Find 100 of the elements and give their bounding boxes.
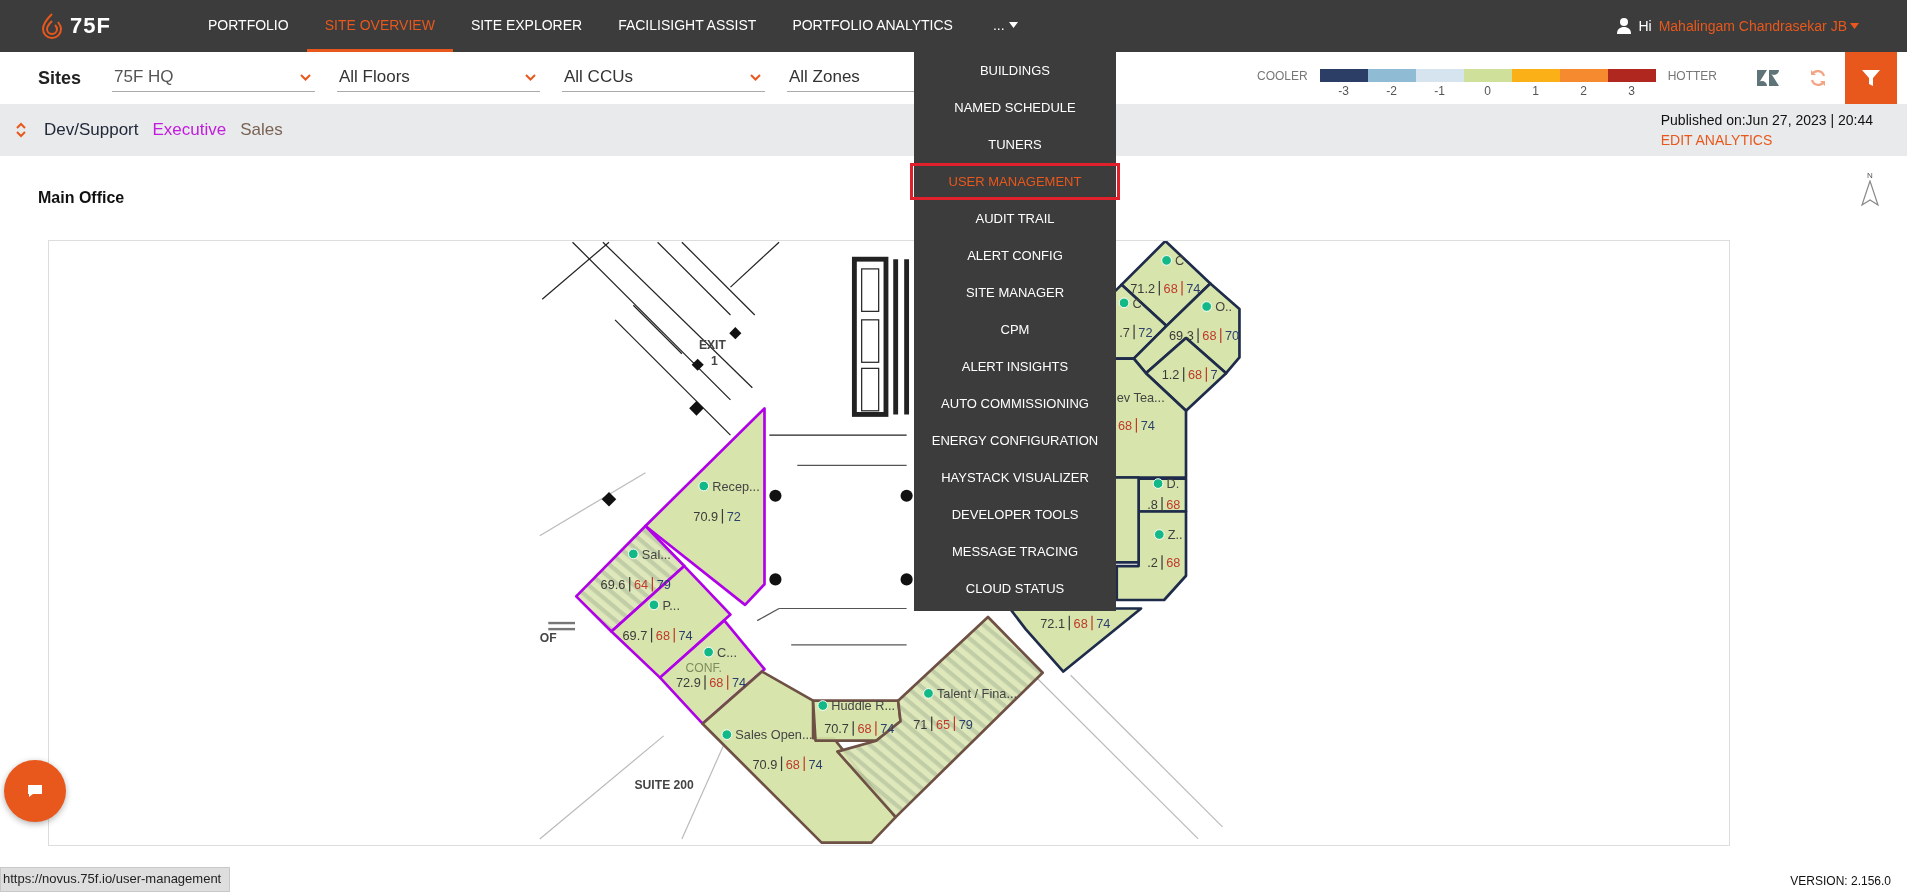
- zone-reading: 72: [726, 509, 741, 525]
- version-text: VERSION: 2.156.0: [1790, 874, 1891, 888]
- zone-status-dot: [627, 548, 639, 560]
- column-marker: [769, 573, 782, 586]
- zone-reading: 68: [1073, 615, 1088, 631]
- zone-reading: 71.2: [1130, 281, 1156, 297]
- caret-down-icon: [1008, 21, 1018, 28]
- column-marker: [900, 573, 913, 586]
- zone-reading: 74: [678, 628, 693, 644]
- expand-collapse-icon[interactable]: [16, 122, 26, 138]
- hotter-label: HOTTER: [1667, 68, 1717, 83]
- menu-item[interactable]: ALERT CONFIG: [914, 237, 1116, 274]
- menu-item[interactable]: SITE MANAGER: [914, 274, 1116, 311]
- zone-name[interactable]: Z..: [1167, 527, 1183, 543]
- nav-tab[interactable]: PORTFOLIO: [190, 0, 307, 52]
- more-menu-button[interactable]: ...: [974, 0, 1036, 52]
- zone-reading: 7: [1210, 367, 1218, 383]
- filter-button[interactable]: [1845, 52, 1897, 104]
- nav-tab[interactable]: PORTFOLIO ANALYTICS: [774, 0, 971, 52]
- filter-dropdown[interactable]: All Floors: [337, 64, 540, 92]
- zone-status-dot: [703, 646, 714, 658]
- zone-reading: 72.1: [1040, 615, 1066, 631]
- zone-reading: 1.2: [1161, 367, 1180, 383]
- greeting-text: Hi: [1638, 18, 1652, 34]
- zone-reading: 68: [709, 675, 724, 691]
- compass-label: N: [1867, 170, 1873, 180]
- zone-reading: 70.7: [824, 721, 849, 737]
- zone-reading: .2: [1147, 555, 1158, 571]
- column-marker: [689, 401, 704, 416]
- zone-status-dot: [923, 688, 934, 699]
- chevron-down-icon: [525, 73, 536, 81]
- zone-reading: 70.9: [752, 756, 778, 772]
- menu-item[interactable]: ENERGY CONFIGURATION: [914, 422, 1116, 459]
- zone-status-dot: [648, 599, 660, 611]
- floor-plan-label: OF: [539, 631, 557, 646]
- floor-plan-label: SUITE 200: [634, 778, 694, 793]
- wall-line: [548, 627, 575, 631]
- zone-area[interactable]: [701, 670, 897, 844]
- menu-item[interactable]: CLOUD STATUS: [914, 570, 1116, 607]
- scale-label: 3: [1628, 83, 1635, 98]
- zone-reading: 74: [808, 756, 823, 772]
- zone-status-dot: [698, 480, 710, 492]
- menu-item[interactable]: TUNERS: [914, 126, 1116, 163]
- zone-reading: 68: [1202, 328, 1217, 344]
- zone-reading: .8: [1147, 497, 1158, 513]
- wall-line: [548, 621, 575, 625]
- user-icon: [1617, 18, 1632, 34]
- link-url-tooltip: https://novus.75f.io/user-management: [0, 867, 231, 892]
- zone-name[interactable]: Sales Open...: [735, 727, 813, 743]
- zone-reading: .7: [1119, 324, 1130, 340]
- zone-reading: 68: [1166, 497, 1181, 513]
- zone-name[interactable]: C...: [717, 645, 737, 660]
- zone-status-dot: [1118, 297, 1130, 309]
- logo-text: 75F: [70, 13, 111, 39]
- menu-item[interactable]: NAMED SCHEDULE: [914, 89, 1116, 126]
- chat-button[interactable]: [4, 760, 66, 822]
- menu-item[interactable]: ALERT INSIGHTS: [914, 348, 1116, 385]
- scale-label: -1: [1434, 83, 1445, 98]
- menu-item[interactable]: DEVELOPER TOOLS: [914, 496, 1116, 533]
- zone-name[interactable]: C: [1175, 253, 1185, 269]
- menu-item[interactable]: AUTO COMMISSIONING: [914, 385, 1116, 422]
- zone-name[interactable]: C: [1132, 295, 1142, 311]
- zone-reading: 68: [1166, 555, 1181, 571]
- zone-reading: 74: [1096, 615, 1111, 631]
- filter-dropdown[interactable]: All CCUs: [562, 64, 765, 92]
- zone-name[interactable]: Talent / Fina...: [937, 686, 1018, 702]
- scale-label: 0: [1484, 83, 1491, 98]
- zone-name[interactable]: Sal...: [641, 546, 671, 562]
- zone-status-dot: [1153, 529, 1165, 540]
- zone-name[interactable]: ev Tea...: [1116, 390, 1165, 406]
- zone-reading: 69.7: [622, 628, 648, 644]
- column-marker: [769, 489, 782, 502]
- zone-reading: 72.9: [675, 675, 701, 691]
- zone-area[interactable]: [1115, 510, 1188, 602]
- zone-name[interactable]: Recep...: [712, 478, 760, 494]
- zone-group-label[interactable]: Executive: [152, 120, 227, 140]
- zone-name[interactable]: O..: [1215, 299, 1233, 315]
- chat-bubble-icon: [27, 784, 43, 798]
- floor-title: Main Office: [38, 189, 125, 207]
- menu-item[interactable]: MESSAGE TRACING: [914, 533, 1116, 570]
- scale-label: -3: [1338, 83, 1349, 98]
- nav-tab[interactable]: FACILISIGHT ASSIST: [600, 0, 775, 52]
- filter-icon: [1862, 69, 1880, 87]
- menu-item[interactable]: AUDIT TRAIL: [914, 200, 1116, 237]
- menu-item[interactable]: HAYSTACK VISUALIZER: [914, 459, 1116, 496]
- column-marker: [900, 489, 913, 502]
- zone-name[interactable]: D.: [1166, 476, 1180, 492]
- zone-reading: 71: [913, 716, 928, 732]
- menu-item[interactable]: CPM: [914, 311, 1116, 348]
- flame-logo-icon: [40, 12, 64, 40]
- zone-reading: 68: [1118, 418, 1133, 434]
- zone-name[interactable]: P...: [662, 597, 680, 613]
- column-marker: [601, 492, 617, 507]
- zone-group-label[interactable]: Dev/Support: [44, 120, 139, 140]
- zone-reading: 79: [958, 716, 973, 732]
- zone-name[interactable]: Huddle R...: [831, 698, 896, 714]
- nav-tab[interactable]: SITE EXPLORER: [452, 0, 601, 52]
- zone-reading: 74: [1186, 281, 1201, 297]
- filter-dropdown[interactable]: 75F HQ: [112, 64, 315, 92]
- zone-group-label[interactable]: Sales: [240, 120, 283, 140]
